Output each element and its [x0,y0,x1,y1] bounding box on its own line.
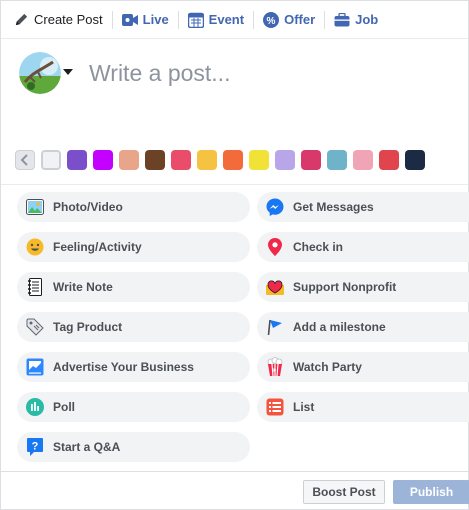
tab-divider [253,10,255,29]
action-label: Check in [293,240,344,254]
support-nonprofit-button[interactable]: Support Nonprofit [257,272,469,302]
divider [1,471,468,472]
chevron-down-icon[interactable] [63,69,73,75]
tab-label: Event [208,12,245,27]
popcorn-icon [265,357,285,377]
list-icon [265,397,285,417]
post-type-tabs: Create Post Live Event % Offer Job [1,1,468,39]
add-milestone-button[interactable]: Add a milestone [257,312,469,342]
notebook-icon [25,277,45,297]
background-swatch[interactable] [223,150,243,170]
background-swatch[interactable] [145,150,165,170]
publish-button[interactable]: Publish [393,480,469,504]
smiley-icon [25,237,45,257]
location-pin-icon [265,237,285,257]
tab-label: Job [355,12,379,27]
flag-icon [265,317,285,337]
action-label: Write Note [53,280,113,294]
feeling-activity-button[interactable]: Feeling/Activity [17,232,250,262]
photo-video-button[interactable]: Photo/Video [17,192,250,222]
action-label: Feeling/Activity [53,240,142,254]
swatch-prev-button[interactable] [15,150,35,170]
tag-icon [25,317,45,337]
tab-divider [324,10,326,29]
background-swatch[interactable] [197,150,217,170]
chevron-left-icon [20,154,28,166]
action-label: Get Messages [293,200,374,214]
tab-divider [177,10,179,29]
action-label: Add a milestone [293,320,386,334]
poll-button[interactable]: Poll [17,392,250,422]
background-swatch[interactable] [249,150,269,170]
background-swatch[interactable] [93,150,113,170]
boost-post-button[interactable]: Boost Post [303,480,385,504]
advertise-icon [25,357,45,377]
advertise-your-business-button[interactable]: Advertise Your Business [17,352,250,382]
get-messages-button[interactable]: Get Messages [257,192,469,222]
action-label: Tag Product [53,320,123,334]
tab-label: Create Post [34,12,103,27]
tag-product-button[interactable]: Tag Product [17,312,250,342]
background-swatch[interactable] [327,150,347,170]
list-button[interactable]: List [257,392,469,422]
watch-party-button[interactable]: Watch Party [257,352,469,382]
svg-text:%: % [267,16,276,27]
action-label: Start a Q&A [53,440,121,454]
heart-box-icon [265,277,285,297]
background-swatch[interactable] [379,150,399,170]
background-swatch[interactable] [353,150,373,170]
composer [1,40,468,145]
start-qa-button[interactable]: ? Start a Q&A [17,432,250,462]
tab-job[interactable]: Job [334,1,396,39]
tab-create-post[interactable]: Create Post [13,1,121,39]
tab-label: Offer [284,12,316,27]
tab-offer[interactable]: % Offer [263,1,333,39]
background-swatch[interactable] [119,150,139,170]
svg-text:?: ? [32,441,39,453]
profile-avatar-icon[interactable] [19,52,61,94]
video-camera-icon [121,12,138,28]
action-label: Advertise Your Business [53,360,194,374]
photo-icon [25,197,45,217]
briefcase-icon [334,12,350,28]
create-post-dialog: Create Post Live Event % Offer Job Write… [0,0,469,510]
background-swatches [15,149,431,171]
check-in-button[interactable]: Check in [257,232,469,262]
divider [1,184,468,185]
percent-tag-icon: % [263,11,280,28]
background-swatch[interactable] [405,150,425,170]
action-label: Poll [53,400,76,414]
action-label: List [293,400,315,414]
tab-divider [111,10,113,29]
action-label: Watch Party [293,360,362,374]
action-label: Photo/Video [53,200,123,214]
background-swatch[interactable] [41,150,61,170]
question-icon: ? [25,437,45,457]
post-text-input[interactable] [89,58,449,88]
calendar-icon [187,12,204,28]
tab-event[interactable]: Event [187,1,262,39]
background-swatch[interactable] [275,150,295,170]
tab-label: Live [142,12,169,27]
poll-icon [25,397,45,417]
write-note-button[interactable]: Write Note [17,272,250,302]
background-swatch[interactable] [67,150,87,170]
background-swatch[interactable] [171,150,191,170]
messenger-icon [265,197,285,217]
pencil-icon [13,12,29,28]
action-label: Support Nonprofit [293,280,397,294]
background-swatch[interactable] [301,150,321,170]
